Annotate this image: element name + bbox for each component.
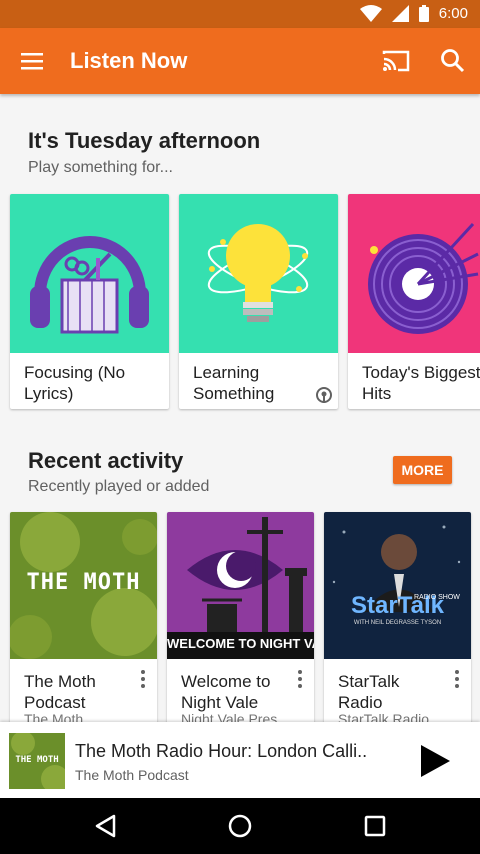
card-label: Learning Something bbox=[193, 363, 275, 403]
suggestion-card-hits[interactable]: Today's Biggest Hits bbox=[348, 194, 480, 409]
suggestion-card-focusing[interactable]: Focusing (No Lyrics) bbox=[10, 194, 169, 409]
art-text: THE MOTH bbox=[15, 755, 59, 765]
art-host: WITH NEIL DEGRASSE TYSON bbox=[353, 620, 442, 626]
recent-card-moth[interactable]: THE MOTH The Moth Podcast The Moth bbox=[10, 512, 157, 742]
app-bar: Listen Now bbox=[0, 28, 480, 94]
card-art bbox=[10, 194, 169, 353]
card-art bbox=[348, 194, 480, 353]
back-icon[interactable] bbox=[92, 812, 120, 840]
card-title: Welcome to Night Vale bbox=[181, 672, 271, 712]
recent-title: Recent activity bbox=[28, 448, 184, 473]
now-playing-title: The Moth Radio Hour: London Calli.. bbox=[75, 741, 368, 761]
home-icon[interactable] bbox=[226, 812, 254, 840]
overflow-menu-icon[interactable] bbox=[135, 669, 151, 691]
suggestion-card-learning[interactable]: Learning Something bbox=[179, 194, 338, 409]
signal-icon bbox=[391, 5, 409, 22]
more-button[interactable]: MORE bbox=[393, 456, 452, 484]
now-playing-bar[interactable]: THE MOTH The Moth Radio Hour: London Cal… bbox=[0, 722, 480, 798]
card-art: THE MOTH bbox=[10, 512, 157, 659]
recent-subtitle: Recently played or added bbox=[28, 478, 210, 495]
card-art: StarTalk RADIO SHOW WITH NEIL DEGRASSE T… bbox=[324, 512, 471, 659]
page-title: Listen Now bbox=[70, 48, 188, 73]
suggestions-subtitle: Play something for... bbox=[28, 159, 173, 176]
art-text: THE MOTH bbox=[26, 570, 141, 595]
card-art: WELCOME TO NIGHT VALE bbox=[167, 512, 314, 659]
card-title: The Moth Podcast bbox=[24, 672, 96, 712]
play-icon[interactable] bbox=[416, 742, 454, 780]
wifi-icon bbox=[359, 5, 382, 22]
card-label: Today's Biggest Hits bbox=[362, 363, 480, 403]
status-bar: 6:00 bbox=[0, 0, 480, 28]
suggestions-title: It's Tuesday afternoon bbox=[28, 128, 261, 153]
menu-icon[interactable] bbox=[14, 45, 50, 77]
recent-card-startalk[interactable]: StarTalk RADIO SHOW WITH NEIL DEGRASSE T… bbox=[324, 512, 471, 742]
podcast-icon bbox=[315, 386, 333, 404]
recent-card-night-vale[interactable]: WELCOME TO NIGHT VALE Welcome to Night V… bbox=[167, 512, 314, 742]
art-subtext: RADIO SHOW bbox=[414, 594, 460, 601]
now-playing-art: THE MOTH bbox=[9, 733, 65, 789]
recents-icon[interactable] bbox=[361, 812, 389, 840]
cast-icon[interactable] bbox=[380, 46, 412, 76]
now-playing-subtitle: The Moth Podcast bbox=[75, 767, 189, 783]
card-label: Focusing (No Lyrics) bbox=[24, 363, 126, 403]
search-icon[interactable] bbox=[438, 46, 468, 76]
status-time: 6:00 bbox=[438, 5, 468, 22]
card-title: StarTalk Radio bbox=[338, 672, 400, 712]
card-art bbox=[179, 194, 338, 353]
art-text: WELCOME TO NIGHT VALE bbox=[167, 636, 314, 651]
battery-icon bbox=[418, 5, 429, 22]
overflow-menu-icon[interactable] bbox=[449, 669, 465, 691]
overflow-menu-icon[interactable] bbox=[292, 669, 308, 691]
navigation-bar bbox=[0, 798, 480, 854]
